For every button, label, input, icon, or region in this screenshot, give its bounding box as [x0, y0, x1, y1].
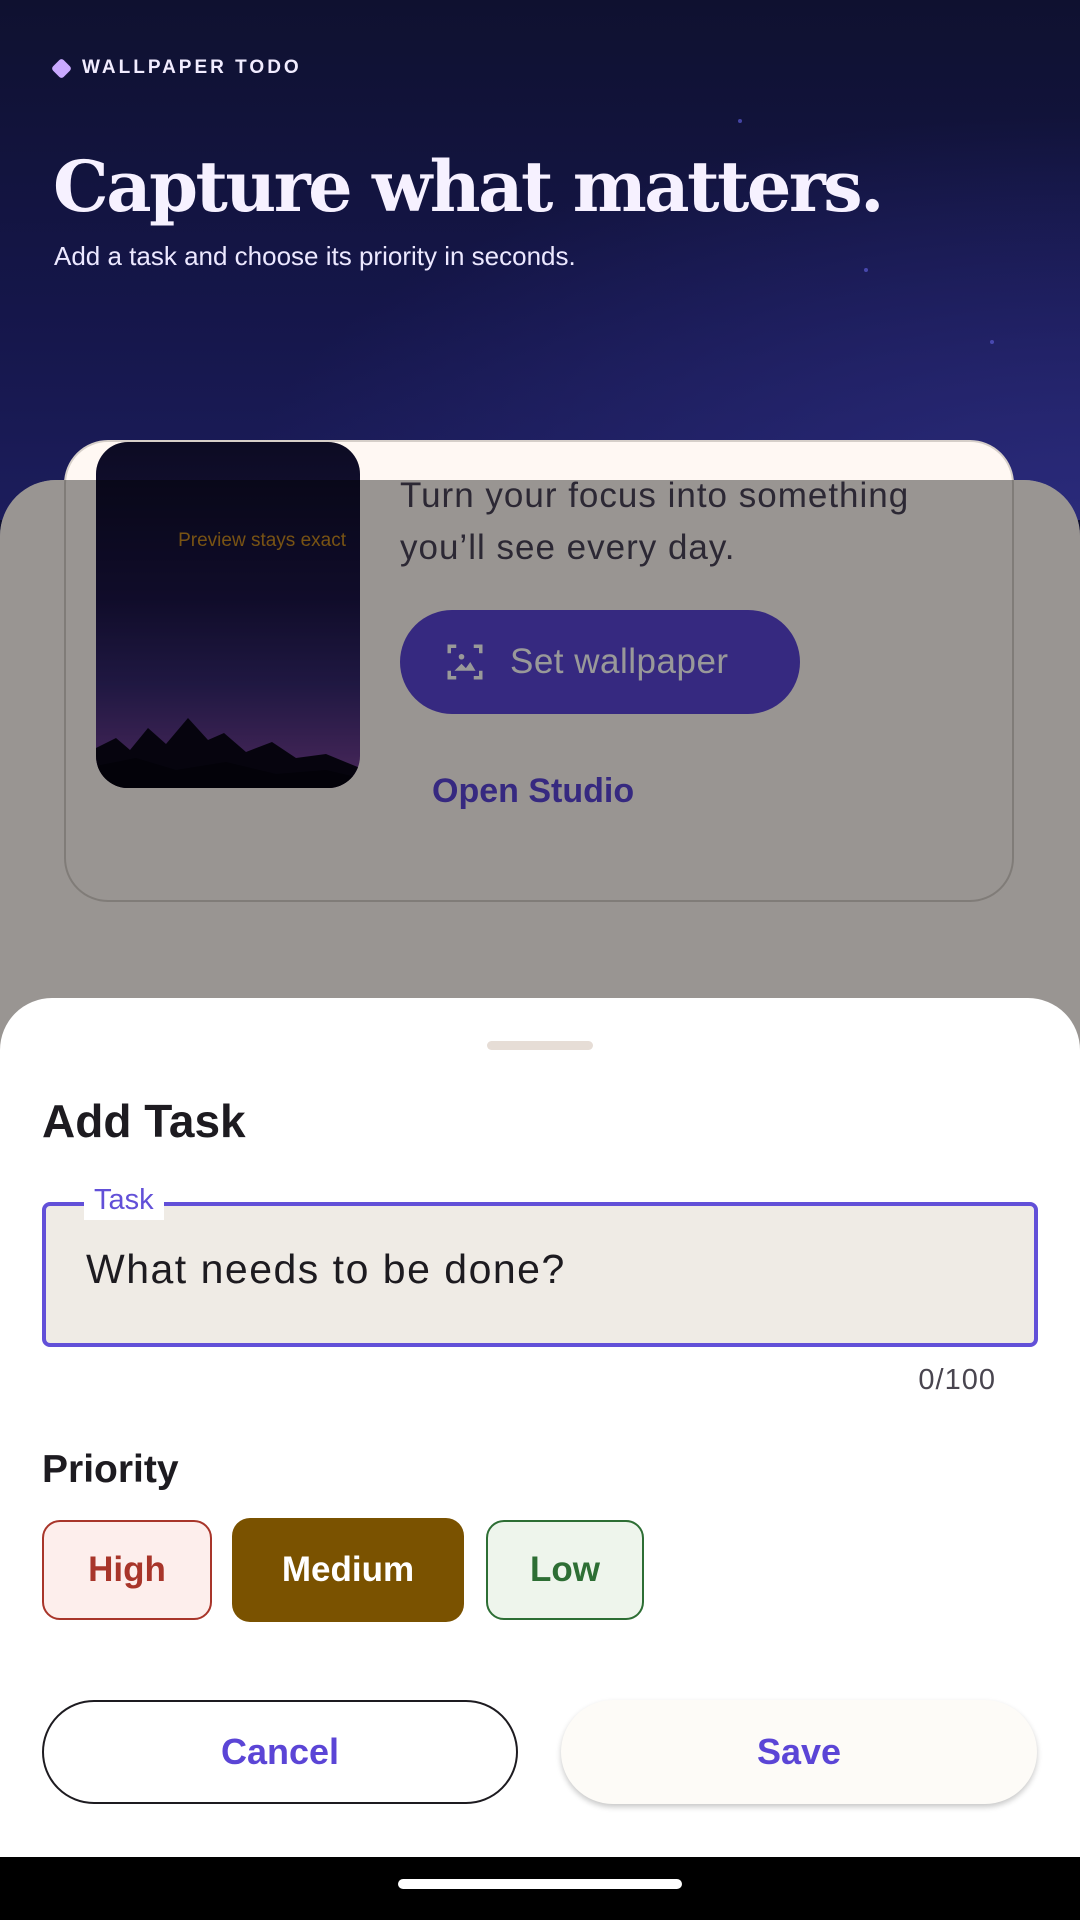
sheet-title: Add Task — [42, 1095, 246, 1147]
character-counter: 0/100 — [918, 1364, 996, 1396]
star-decoration — [864, 268, 868, 272]
priority-heading: Priority — [42, 1448, 179, 1491]
task-input[interactable] — [86, 1246, 966, 1293]
save-button[interactable]: Save — [561, 1700, 1037, 1804]
add-task-sheet: Add Task Task 0/100 Priority High Medium… — [0, 998, 1080, 1920]
page-title: Capture what matters. — [53, 145, 885, 228]
star-decoration — [738, 119, 742, 123]
priority-chip-medium[interactable]: Medium — [232, 1518, 464, 1622]
task-field[interactable]: Task — [42, 1180, 1038, 1347]
brand: WALLPAPER TODO — [50, 57, 302, 79]
diamond-icon — [50, 57, 73, 79]
cancel-button[interactable]: Cancel — [42, 1700, 518, 1804]
drag-handle[interactable] — [487, 1041, 593, 1050]
page-subtitle: Add a task and choose its priority in se… — [54, 241, 576, 271]
system-navigation-bar — [0, 1857, 1080, 1920]
star-decoration — [990, 340, 994, 344]
priority-chip-high[interactable]: High — [42, 1520, 212, 1620]
task-field-label: Task — [84, 1180, 164, 1220]
brand-label: WALLPAPER TODO — [82, 57, 302, 78]
priority-chip-low[interactable]: Low — [486, 1520, 644, 1620]
home-gesture-handle[interactable] — [398, 1879, 682, 1889]
